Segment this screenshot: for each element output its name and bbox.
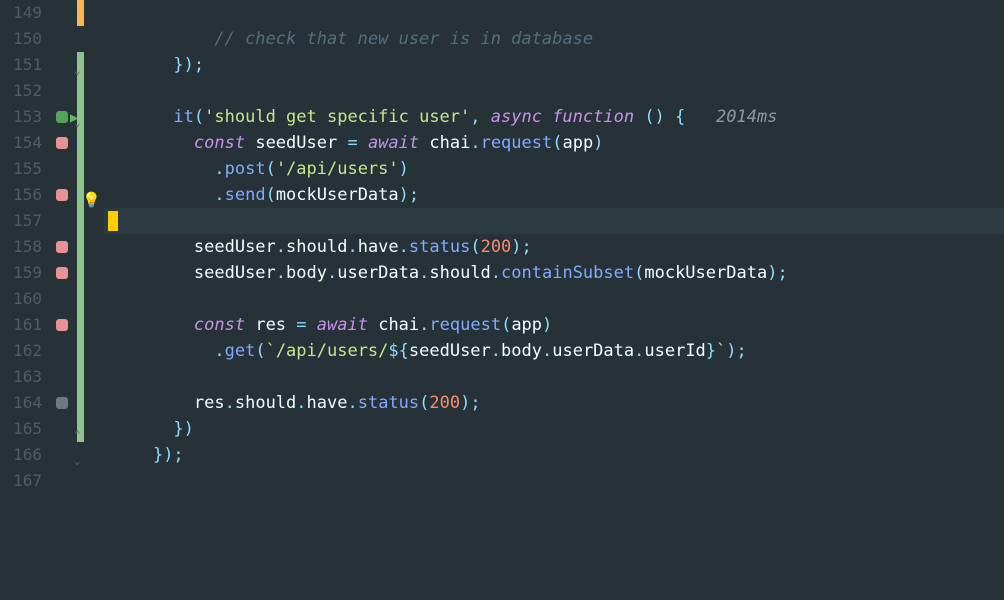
code-editor: 149 150 151 152 153 154 155 156 157 158 … <box>0 0 1004 600</box>
test-timing: 2014ms <box>716 107 777 127</box>
line-number[interactable]: 167 <box>0 468 42 494</box>
code-line[interactable]: .get(`/api/users/${seedUser.body.userDat… <box>104 338 1004 364</box>
code-line[interactable] <box>104 0 1004 26</box>
code-line[interactable]: // check that new user is in database <box>104 26 1004 52</box>
lightbulb-icon[interactable]: 💡 <box>82 187 101 213</box>
line-number[interactable]: 160 <box>0 286 42 312</box>
cursor-marker <box>108 211 118 231</box>
code-line[interactable] <box>104 286 1004 312</box>
code-line[interactable]: seedUser.should.have.status(200); <box>104 234 1004 260</box>
line-number[interactable]: 162 <box>0 338 42 364</box>
line-number[interactable]: 161 <box>0 312 42 338</box>
marker-gutter: ▶ <box>52 0 74 600</box>
line-number[interactable]: 164 <box>0 390 42 416</box>
code-line[interactable]: const seedUser = await chai.request(app) <box>104 130 1004 156</box>
line-number[interactable]: 166 <box>0 442 42 468</box>
fold-icon[interactable]: ⌃ <box>74 422 81 448</box>
disabled-marker[interactable] <box>56 397 68 409</box>
code-line[interactable]: .send(mockUserData); <box>104 182 1004 208</box>
comment: // check that new user is in database <box>214 29 593 49</box>
code-line[interactable]: seedUser.body.userData.should.containSub… <box>104 260 1004 286</box>
code-line[interactable]: }); <box>104 52 1004 78</box>
breakpoint-marker[interactable] <box>56 267 68 279</box>
fold-gutter: ⌄ ⌄ 💡 ⌃ ⌄ <box>74 0 104 600</box>
line-number[interactable]: 163 <box>0 364 42 390</box>
line-number[interactable]: 150 <box>0 26 42 52</box>
code-line-current[interactable] <box>104 208 1004 234</box>
fold-icon[interactable]: ⌄ <box>74 58 81 84</box>
code-line[interactable]: it('should get specific user', async fun… <box>104 104 1004 130</box>
line-number[interactable]: 158 <box>0 234 42 260</box>
line-number[interactable]: 151 <box>0 52 42 78</box>
fold-icon[interactable]: ⌄ <box>74 110 81 136</box>
line-number[interactable]: 156 <box>0 182 42 208</box>
change-marker <box>77 0 84 26</box>
breakpoint-marker[interactable] <box>56 189 68 201</box>
line-number[interactable]: 157 <box>0 208 42 234</box>
code-line[interactable] <box>104 364 1004 390</box>
code-line[interactable]: const res = await chai.request(app) <box>104 312 1004 338</box>
breakpoint-marker[interactable] <box>56 319 68 331</box>
code-line[interactable]: res.should.have.status(200); <box>104 390 1004 416</box>
code-line[interactable] <box>104 78 1004 104</box>
breakpoint-marker[interactable] <box>56 241 68 253</box>
line-number[interactable]: 165 <box>0 416 42 442</box>
code-content[interactable]: // check that new user is in database })… <box>104 0 1004 600</box>
line-number[interactable]: 149 <box>0 0 42 26</box>
line-number[interactable]: 153 <box>0 104 42 130</box>
fold-icon[interactable]: ⌄ <box>74 448 81 474</box>
breakpoint-marker[interactable] <box>56 137 68 149</box>
line-number-gutter: 149 150 151 152 153 154 155 156 157 158 … <box>0 0 52 600</box>
line-number[interactable]: 155 <box>0 156 42 182</box>
test-pass-marker[interactable] <box>56 111 68 123</box>
code-line[interactable]: }) <box>104 416 1004 442</box>
code-line[interactable] <box>104 468 1004 494</box>
code-line[interactable]: }); <box>104 442 1004 468</box>
line-number[interactable]: 154 <box>0 130 42 156</box>
line-number[interactable]: 152 <box>0 78 42 104</box>
code-line[interactable]: .post('/api/users') <box>104 156 1004 182</box>
line-number[interactable]: 159 <box>0 260 42 286</box>
